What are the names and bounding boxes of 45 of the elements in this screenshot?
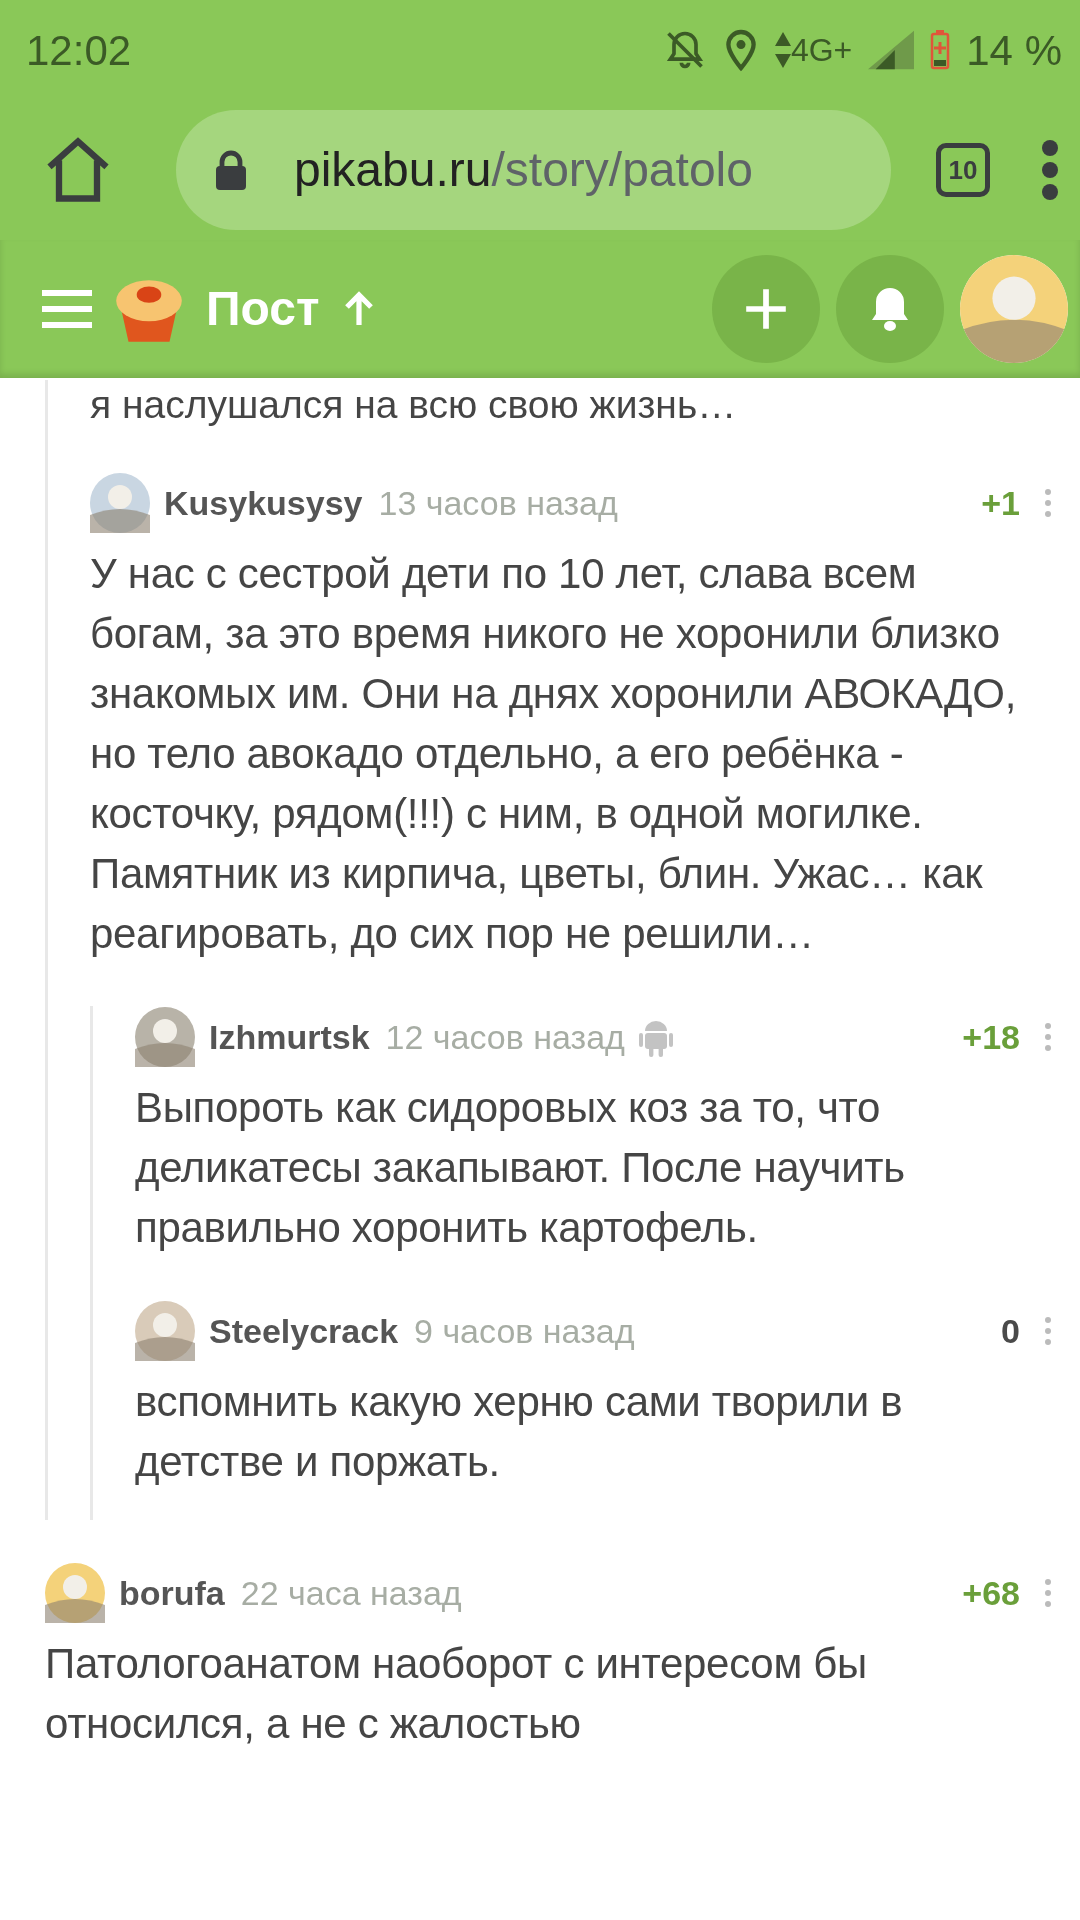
- bell-icon: [870, 286, 910, 332]
- signal-icon: [868, 30, 915, 70]
- comment-menu-button[interactable]: [1044, 1022, 1052, 1052]
- tabs-button[interactable]: 10: [936, 143, 990, 197]
- comment-text: У нас с сестрой дети по 10 лет, слава всем богам, за это время никого не хоронили близко знакомых им. Они на днях хоронили АВОКАДО, но тело авокадо отдельно, а его ребёнка - косточку, рядом(!!!) с ним, в одной могилке. Памятник из кирпича, цветы, блин. Ужас… как реагировать, до сих пор не решили…: [90, 549, 1017, 959]
- comment-score: +18: [962, 1016, 1020, 1058]
- avatar: [135, 1007, 195, 1067]
- menu-icon: [42, 289, 92, 329]
- comment-time: 13 часов назад: [378, 482, 618, 524]
- comment-text: Выпороть как сидоровых коз за то, что деликатесы закапывают. После научить правильно хоронить картофель.: [135, 1083, 906, 1253]
- comment-score: +1: [981, 482, 1020, 524]
- network-type: 4G+: [790, 31, 853, 70]
- menu-button[interactable]: [1040, 140, 1060, 200]
- more-icon: [1044, 1022, 1052, 1052]
- comment-text: Патологоанатом наоборот с интересом бы относился, а не с жалостью: [45, 1639, 868, 1749]
- lock-icon: [216, 150, 246, 190]
- comment-menu-button[interactable]: [1044, 1578, 1052, 1608]
- comment-score: +68: [962, 1572, 1020, 1614]
- battery-percent: 14 %: [966, 25, 1062, 76]
- more-icon: [1040, 140, 1060, 200]
- comment-time: 22 часа назад: [240, 1572, 462, 1614]
- plus-icon: [744, 287, 788, 331]
- avatar: [135, 1301, 195, 1361]
- more-icon: [1044, 1578, 1052, 1608]
- address-bar[interactable]: pikabu.ru/story/patolo: [176, 110, 891, 230]
- author-name[interactable]: Kusykusysy: [164, 477, 363, 529]
- page-title: Пост: [206, 281, 320, 337]
- author-name[interactable]: borufa: [119, 1567, 225, 1619]
- author-name[interactable]: Izhmurtsk: [209, 1011, 370, 1063]
- avatar: [45, 1563, 105, 1623]
- comment-text: вспомнить какую херню сами творили в детстве и поржать.: [135, 1377, 904, 1487]
- comment-text: я наслушался на всю свою жизнь…: [90, 382, 738, 428]
- comment-time: 9 часов назад: [414, 1310, 635, 1352]
- more-icon: [1044, 1316, 1052, 1346]
- data-arrows-icon: [774, 30, 791, 70]
- status-time: 12:02: [26, 25, 132, 76]
- author-name[interactable]: Steelycrack: [209, 1305, 399, 1357]
- comment-time: 12 часов назад: [385, 1016, 625, 1058]
- profile-button[interactable]: [960, 255, 1068, 363]
- comment-menu-button[interactable]: [1044, 488, 1052, 518]
- more-icon: [1044, 488, 1052, 518]
- avatar: [90, 473, 150, 533]
- comment-menu-button[interactable]: [1044, 1316, 1052, 1346]
- comment-score: 0: [1001, 1310, 1020, 1352]
- url-text: pikabu.ru/story/patolo: [294, 142, 753, 198]
